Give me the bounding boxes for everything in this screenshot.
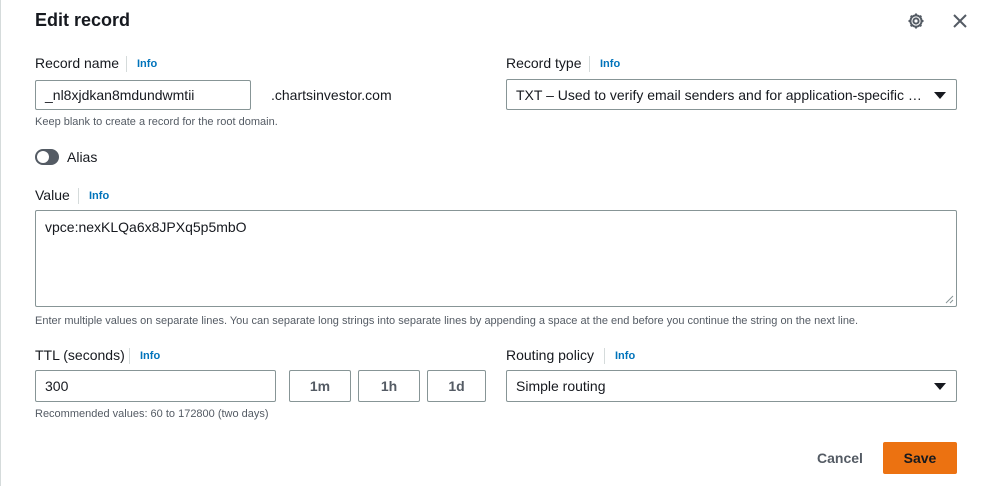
gear-icon[interactable] xyxy=(906,11,926,31)
ttl-label: TTL (seconds) xyxy=(35,347,125,363)
routing-policy-info-link[interactable]: Info xyxy=(604,348,635,364)
value-info-link[interactable]: Info xyxy=(78,188,109,204)
record-name-help: Keep blank to create a record for the ro… xyxy=(35,116,278,128)
modal-title: Edit record xyxy=(35,10,131,30)
ttl-1h-button[interactable]: 1h xyxy=(358,370,420,402)
record-name-input[interactable]: _nl8xjdkan8mdundwmtii xyxy=(35,80,251,110)
alias-label: Alias xyxy=(67,149,98,165)
save-button[interactable]: Save xyxy=(883,442,957,474)
ttl-1d-button[interactable]: 1d xyxy=(427,370,486,402)
caret-down-icon xyxy=(934,383,946,390)
ttl-1m-button[interactable]: 1m xyxy=(289,370,351,402)
ttl-help: Recommended values: 60 to 172800 (two da… xyxy=(35,408,269,420)
value-textarea[interactable]: vpce:nexKLQa6x8JPXq5p5mbO xyxy=(35,210,957,307)
record-type-select[interactable]: TXT – Used to verify email senders and f… xyxy=(506,79,957,110)
routing-policy-label: Routing policy xyxy=(506,347,594,363)
modal-left-border xyxy=(0,0,1,486)
record-name-label: Record name xyxy=(35,55,120,71)
domain-suffix: .chartsinvestor.com xyxy=(271,87,392,103)
toggle-knob xyxy=(37,151,49,163)
routing-policy-selected: Simple routing xyxy=(516,378,606,394)
record-type-label: Record type xyxy=(506,55,582,71)
routing-policy-select[interactable]: Simple routing xyxy=(506,370,957,402)
resize-grip-icon[interactable] xyxy=(945,295,954,304)
record-name-info-link[interactable]: Info xyxy=(126,56,157,72)
close-icon[interactable] xyxy=(950,11,970,31)
value-text: vpce:nexKLQa6x8JPXq5p5mbO xyxy=(45,219,247,235)
ttl-input[interactable]: 300 xyxy=(35,370,276,402)
record-type-selected: TXT – Used to verify email senders and f… xyxy=(516,86,926,103)
cancel-button[interactable]: Cancel xyxy=(808,442,872,474)
ttl-info-link[interactable]: Info xyxy=(129,348,160,364)
value-help: Enter multiple values on separate lines.… xyxy=(35,315,859,327)
alias-toggle[interactable] xyxy=(35,149,59,165)
record-type-info-link[interactable]: Info xyxy=(589,56,620,72)
caret-down-icon xyxy=(934,91,946,99)
value-label: Value xyxy=(35,187,70,203)
